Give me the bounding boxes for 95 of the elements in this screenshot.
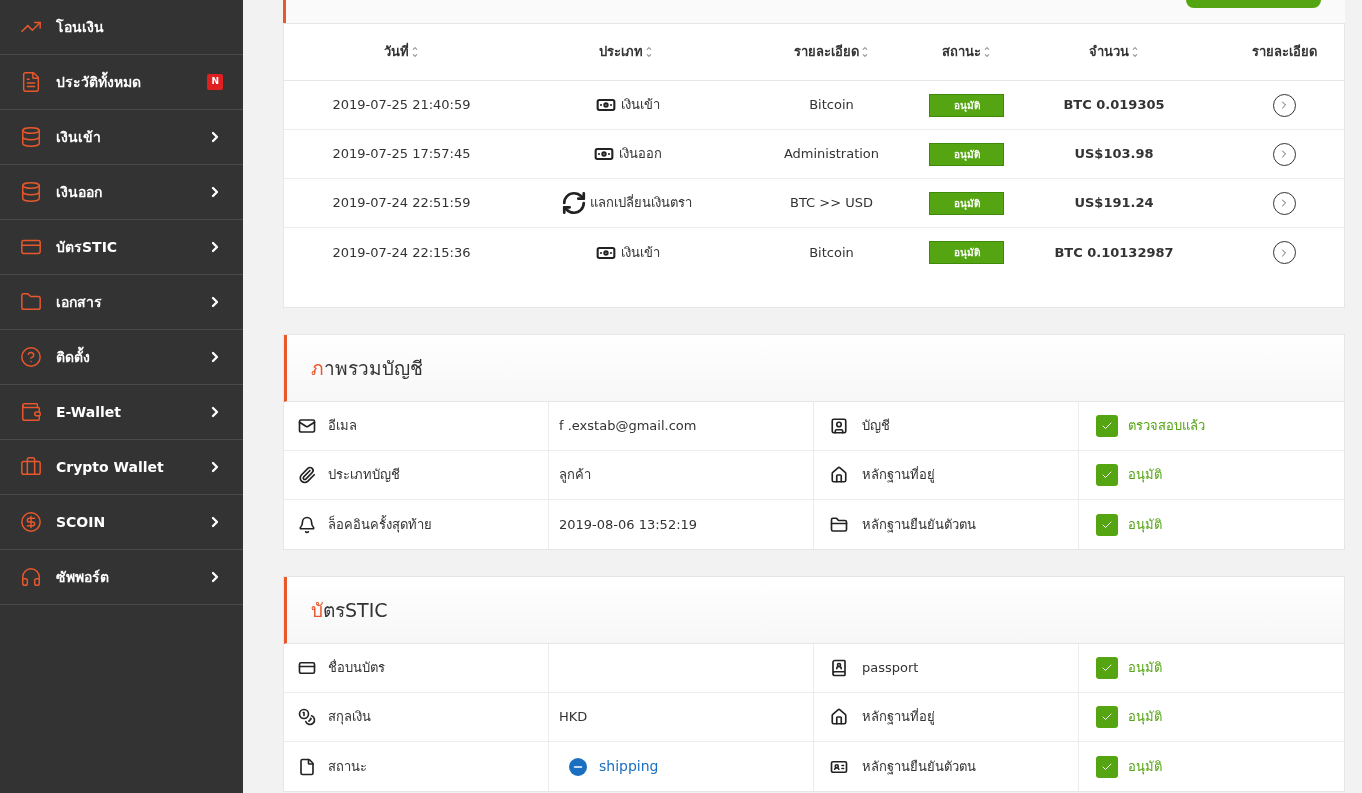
column-header[interactable]: สถานะ bbox=[929, 42, 1004, 62]
coins-icon bbox=[298, 708, 316, 726]
column-header[interactable]: จำนวน bbox=[1004, 42, 1224, 62]
coins-stack-icon bbox=[20, 181, 42, 203]
type-cell: แลกเปลี่ยนเงินตรา bbox=[590, 193, 692, 213]
sidebar-label: โอนเงิน bbox=[56, 17, 105, 37]
column-header[interactable]: วันที่ bbox=[284, 42, 519, 62]
sidebar-item[interactable]: SCOIN bbox=[0, 495, 243, 550]
field-value: f .exstab@gmail.com bbox=[559, 417, 697, 436]
sidebar-item[interactable]: ซัพพอร์ต bbox=[0, 550, 243, 605]
document-status: ตรวจสอบแล้ว bbox=[1128, 417, 1205, 436]
status-badge: อนุมัติ bbox=[929, 241, 1004, 264]
detail-cell-text: Bitcoin bbox=[809, 243, 854, 262]
document-label: หลักฐานยืนยันตัวตน bbox=[862, 757, 976, 777]
date-cell-text: 2019-07-24 22:51:59 bbox=[332, 194, 471, 213]
sidebar-item[interactable]: ติดตั้ง bbox=[0, 330, 243, 385]
field-label: ประเภทบัญชี bbox=[328, 466, 400, 485]
panel-title: บัตรSTIC bbox=[311, 597, 388, 623]
document-status: อนุมัติ bbox=[1128, 659, 1162, 678]
sidebar-label: เงินเข้า bbox=[56, 127, 102, 147]
field-label: ล็อคอินครั้งสุดท้าย bbox=[328, 514, 432, 535]
detail-cell-text: BTC >> USD bbox=[790, 194, 873, 213]
panel-title: ภาพรวมบัญชี bbox=[311, 355, 423, 381]
document-icon bbox=[298, 757, 316, 776]
house-icon bbox=[830, 466, 848, 484]
sidebar-item[interactable]: บัตรSTIC bbox=[0, 220, 243, 275]
type-cell-text: เงินเข้า bbox=[620, 243, 660, 262]
date-cell-text: 2019-07-25 17:57:45 bbox=[332, 145, 471, 164]
field-label: อีเมล bbox=[328, 417, 357, 436]
status-badge: อนุมัติ bbox=[929, 191, 1004, 215]
document-label: passport bbox=[862, 659, 919, 678]
column-header[interactable]: ประเภท bbox=[519, 42, 734, 62]
status-badge: อนุมัติ bbox=[929, 93, 1004, 117]
document-status: อนุมัติ bbox=[1128, 708, 1162, 727]
sidebar-label: บัตรSTIC bbox=[56, 237, 119, 257]
sidebar-label: ติดตั้ง bbox=[56, 346, 91, 367]
field-label: ชื่อบนบัตร bbox=[328, 658, 385, 678]
amount-cell-text: BTC 0.10132987 bbox=[1054, 243, 1174, 262]
coin-icon bbox=[20, 511, 42, 533]
document-status: อนุมัติ bbox=[1128, 466, 1162, 485]
document-status: อนุมัติ bbox=[1128, 757, 1162, 777]
sidebar-item[interactable]: Crypto Wallet bbox=[0, 440, 243, 495]
status-badge: อนุมัติ bbox=[929, 142, 1004, 166]
column-header[interactable]: รายละเอียด bbox=[734, 42, 929, 62]
exchange-icon bbox=[561, 190, 587, 216]
sidebar-label: Crypto Wallet bbox=[56, 457, 165, 477]
date-cell-text: 2019-07-24 22:15:36 bbox=[332, 243, 471, 262]
sidebar-label: ซัพพอร์ต bbox=[56, 567, 110, 587]
document-label: หลักฐานที่อยู่ bbox=[862, 707, 935, 727]
sidebar-label: เอกสาร bbox=[56, 292, 103, 312]
type-cell-text: เงินเข้า bbox=[620, 96, 660, 115]
type-cell-text: เงินออก bbox=[618, 145, 662, 164]
document-label: หลักฐานยืนยันตัวตน bbox=[862, 515, 976, 535]
bell-icon bbox=[298, 515, 316, 534]
headset-icon bbox=[20, 566, 42, 588]
sidebar-item[interactable]: เอกสาร bbox=[0, 275, 243, 330]
field-label: สกุลเงิน bbox=[328, 708, 371, 727]
sidebar-item[interactable]: เงินเข้า bbox=[0, 110, 243, 165]
shipping-status: shipping bbox=[599, 757, 659, 776]
date-cell-text: 2019-07-25 21:40:59 bbox=[332, 96, 471, 115]
sidebar-item[interactable]: ประวัติทั้งหมด N bbox=[0, 55, 243, 110]
document-status: อนุมัติ bbox=[1128, 515, 1162, 535]
amount-cell-text: BTC 0.019305 bbox=[1063, 96, 1165, 115]
folder-icon bbox=[20, 291, 42, 313]
coins-stack-icon bbox=[20, 126, 42, 148]
amount-cell-text: US$191.24 bbox=[1074, 194, 1154, 213]
document-label: หลักฐานที่อยู่ bbox=[862, 465, 935, 485]
sidebar-item[interactable]: เงินออก bbox=[0, 165, 243, 220]
card-icon bbox=[298, 659, 316, 677]
user-card-icon bbox=[830, 417, 848, 435]
house-icon bbox=[830, 708, 848, 726]
question-icon bbox=[20, 346, 42, 368]
field-label: สถานะ bbox=[328, 757, 367, 776]
detail-cell-text: Administration bbox=[783, 145, 880, 164]
field-value: HKD bbox=[559, 708, 588, 727]
detail-cell-text: Bitcoin bbox=[809, 96, 854, 115]
sort-icon bbox=[644, 45, 654, 59]
column-header: รายละเอียด bbox=[1250, 43, 1318, 62]
sidebar-label: ประวัติทั้งหมด bbox=[56, 71, 142, 92]
folder-icon bbox=[830, 515, 848, 534]
sidebar-label: SCOIN bbox=[56, 512, 107, 532]
minus-icon bbox=[569, 757, 587, 776]
amount-cell-text: US$103.98 bbox=[1074, 145, 1154, 164]
field-value: ลูกค้า bbox=[559, 466, 591, 485]
sidebar-item[interactable]: E-Wallet bbox=[0, 385, 243, 440]
envelope-icon bbox=[298, 417, 316, 435]
new-badge: N bbox=[207, 74, 223, 90]
paperclip-icon bbox=[298, 466, 316, 484]
sidebar-item[interactable]: โอนเงิน bbox=[0, 0, 243, 55]
document-label: บัญชี bbox=[862, 417, 890, 436]
field-value: 2019-08-06 13:52:19 bbox=[559, 515, 698, 534]
sidebar-label: E-Wallet bbox=[56, 402, 122, 422]
sidebar-label: เงินออก bbox=[56, 182, 103, 202]
passport-icon bbox=[830, 659, 848, 677]
document-icon bbox=[20, 71, 42, 93]
